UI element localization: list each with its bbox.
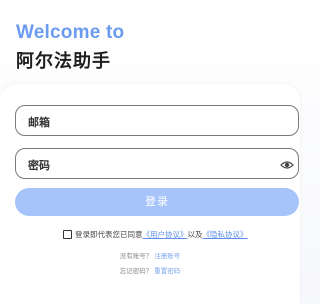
password-placeholder: 密码 bbox=[28, 159, 50, 172]
no-account-text: 没有账号？ bbox=[119, 252, 153, 260]
app-title: 阿尔法助手 bbox=[16, 51, 111, 72]
password-field[interactable]: 密码 bbox=[15, 148, 299, 179]
register-link[interactable]: 注册账号 bbox=[154, 252, 180, 260]
register-line: 没有账号？ 注册账号 bbox=[0, 250, 300, 260]
welcome-heading: Welcome to bbox=[16, 22, 125, 43]
email-placeholder: 邮箱 bbox=[28, 116, 50, 129]
agreement-checkbox[interactable] bbox=[63, 229, 72, 239]
email-field[interactable]: 邮箱 bbox=[15, 105, 299, 136]
reset-password-link[interactable]: 重置密码 bbox=[154, 267, 180, 275]
agreement-joiner: 以及 bbox=[187, 229, 203, 239]
privacy-policy-link[interactable]: 《隐私协议》 bbox=[203, 229, 248, 240]
forgot-line: 忘记密码？ 重置密码 bbox=[0, 265, 300, 275]
login-button[interactable]: 登录 bbox=[15, 188, 299, 216]
forgot-password-text: 忘记密码？ bbox=[119, 267, 153, 275]
agreement-row: 登录即代表您已同意 《用户协议》 以及 《隐私协议》 bbox=[63, 228, 248, 240]
agreement-prefix: 登录即代表您已同意 bbox=[75, 229, 143, 239]
user-agreement-link[interactable]: 《用户协议》 bbox=[143, 229, 188, 240]
eye-icon[interactable] bbox=[280, 157, 294, 171]
